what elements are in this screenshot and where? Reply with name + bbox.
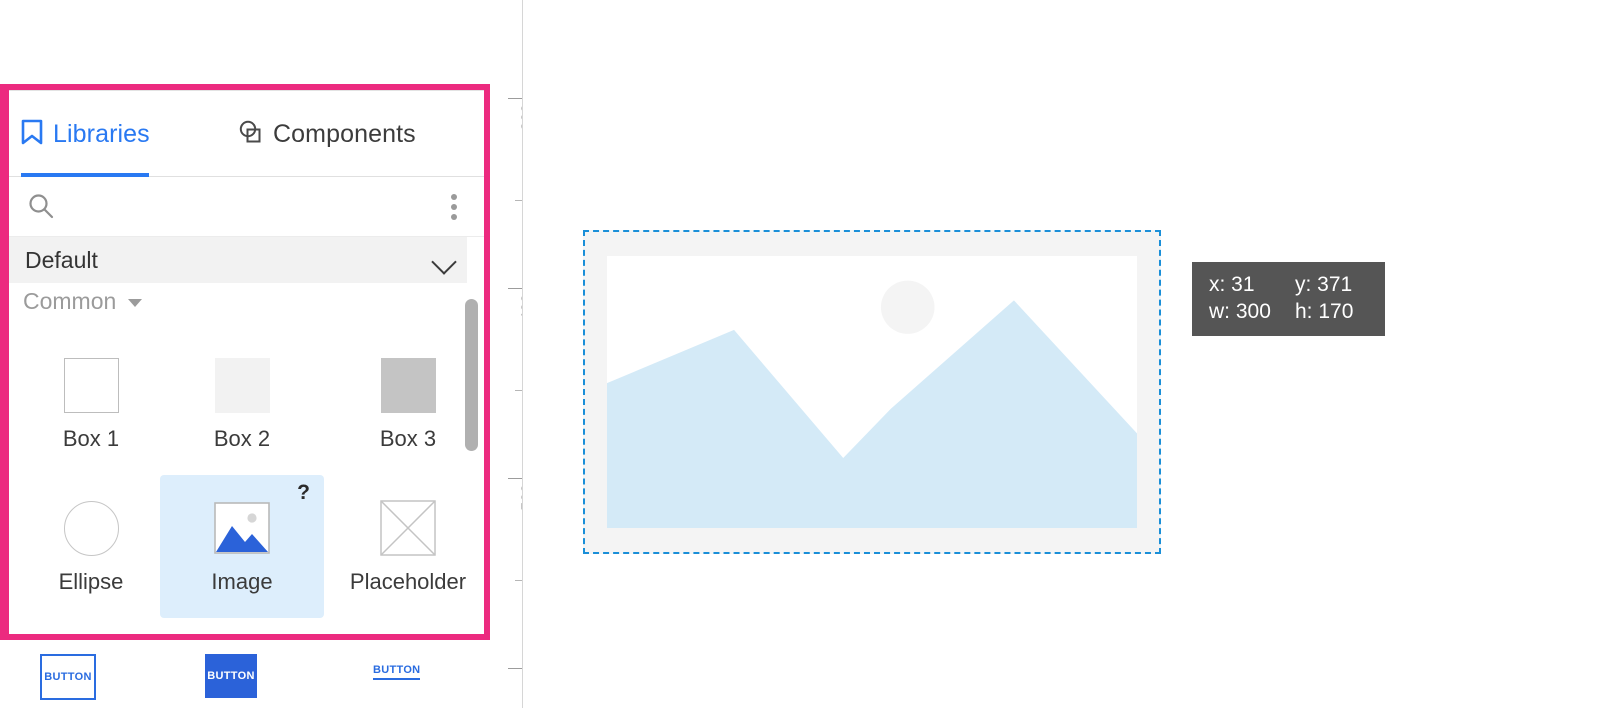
library-select-value: Default	[25, 247, 98, 273]
button-label: BUTTON	[207, 670, 255, 682]
search-row	[9, 177, 484, 237]
canvas-image-element[interactable]	[583, 230, 1161, 554]
tooltip-size-line: w: 300 h: 170	[1209, 298, 1368, 325]
placeholder-cross-icon	[326, 497, 484, 559]
library-item-label: Box 1	[62, 426, 120, 451]
library-item-button-outlined[interactable]: BUTTON	[40, 654, 96, 700]
library-item-placeholder[interactable]: Placeholder	[326, 475, 484, 618]
vertical-ruler[interactable]: 300 400 500	[490, 0, 523, 708]
library-item-row: Ellipse ? Image Placeholder	[9, 475, 467, 618]
ruler-tick-minor	[515, 580, 522, 581]
panel-scrollbar-thumb[interactable]	[465, 299, 478, 451]
library-select[interactable]: Default	[9, 237, 467, 283]
button-label: BUTTON	[44, 671, 92, 683]
square-mid-icon	[326, 354, 484, 416]
tab-libraries[interactable]: Libraries	[21, 91, 150, 177]
ruler-tick-minor	[515, 200, 522, 201]
library-item-box-2[interactable]: Box 2	[160, 332, 324, 475]
tooltip-w-value: w: 300	[1209, 300, 1271, 323]
tooltip-position-line: x: 31 y: 371	[1209, 271, 1368, 298]
size-tooltip: x: 31 y: 371 w: 300 h: 170	[1192, 262, 1385, 336]
library-item-label: Image	[211, 569, 273, 594]
ruler-tick-major	[508, 98, 522, 99]
image-placeholder-art	[607, 256, 1137, 528]
components-icon	[237, 119, 263, 150]
mountain-scene-icon	[607, 256, 1137, 528]
library-item-label: Box 2	[213, 426, 271, 451]
tab-components[interactable]: Components	[237, 91, 416, 177]
library-item-box-3[interactable]: Box 3	[326, 332, 484, 475]
library-item-button-text[interactable]: BUTTON	[373, 660, 421, 680]
tab-libraries-label: Libraries	[53, 119, 150, 148]
ruler-tick-minor	[515, 390, 522, 391]
image-thumb-icon	[160, 497, 324, 559]
ruler-tick-major	[508, 478, 522, 479]
search-input[interactable]	[65, 189, 405, 223]
library-item-label: Ellipse	[58, 569, 124, 594]
library-panel: Libraries Components Default Common Box …	[0, 84, 490, 640]
square-light-icon	[160, 354, 324, 416]
library-item-image[interactable]: ? Image	[160, 475, 324, 618]
group-header-common[interactable]: Common	[23, 288, 143, 315]
bookmark-icon	[21, 119, 43, 150]
library-item-button-filled[interactable]: BUTTON	[205, 654, 257, 698]
library-item-box-1[interactable]: Box 1	[9, 332, 173, 475]
library-item-label: Box 3	[379, 426, 437, 451]
tooltip-h-value: h: 170	[1295, 300, 1354, 323]
library-item-grid: Box 1 Box 2 Box 3 Ellipse ? Image Placeh…	[9, 332, 467, 618]
ruler-tick-major	[508, 288, 522, 289]
tooltip-x-value: x: 31	[1209, 273, 1255, 296]
library-item-ellipse[interactable]: Ellipse	[9, 475, 173, 618]
tab-components-label: Components	[273, 119, 416, 148]
caret-down-icon	[128, 299, 143, 307]
button-label: BUTTON	[373, 664, 421, 680]
circle-outline-icon	[9, 497, 173, 559]
square-outline-icon	[9, 354, 173, 416]
ruler-tick-major	[508, 668, 522, 669]
library-item-row: Box 1 Box 2 Box 3	[9, 332, 467, 475]
library-button-row: BUTTON BUTTON BUTTON	[0, 648, 490, 708]
group-header-label: Common	[23, 288, 117, 314]
kebab-menu-icon[interactable]	[442, 191, 466, 223]
design-canvas[interactable]: x: 31 y: 371 w: 300 h: 170	[523, 0, 1624, 708]
library-item-label: Placeholder	[349, 569, 467, 594]
panel-tabs: Libraries Components	[9, 91, 484, 177]
search-icon	[27, 192, 55, 225]
library-panel-content: Libraries Components Default Common Box …	[9, 90, 484, 634]
chevron-down-icon	[431, 249, 457, 275]
tooltip-y-value: y: 371	[1295, 273, 1353, 296]
